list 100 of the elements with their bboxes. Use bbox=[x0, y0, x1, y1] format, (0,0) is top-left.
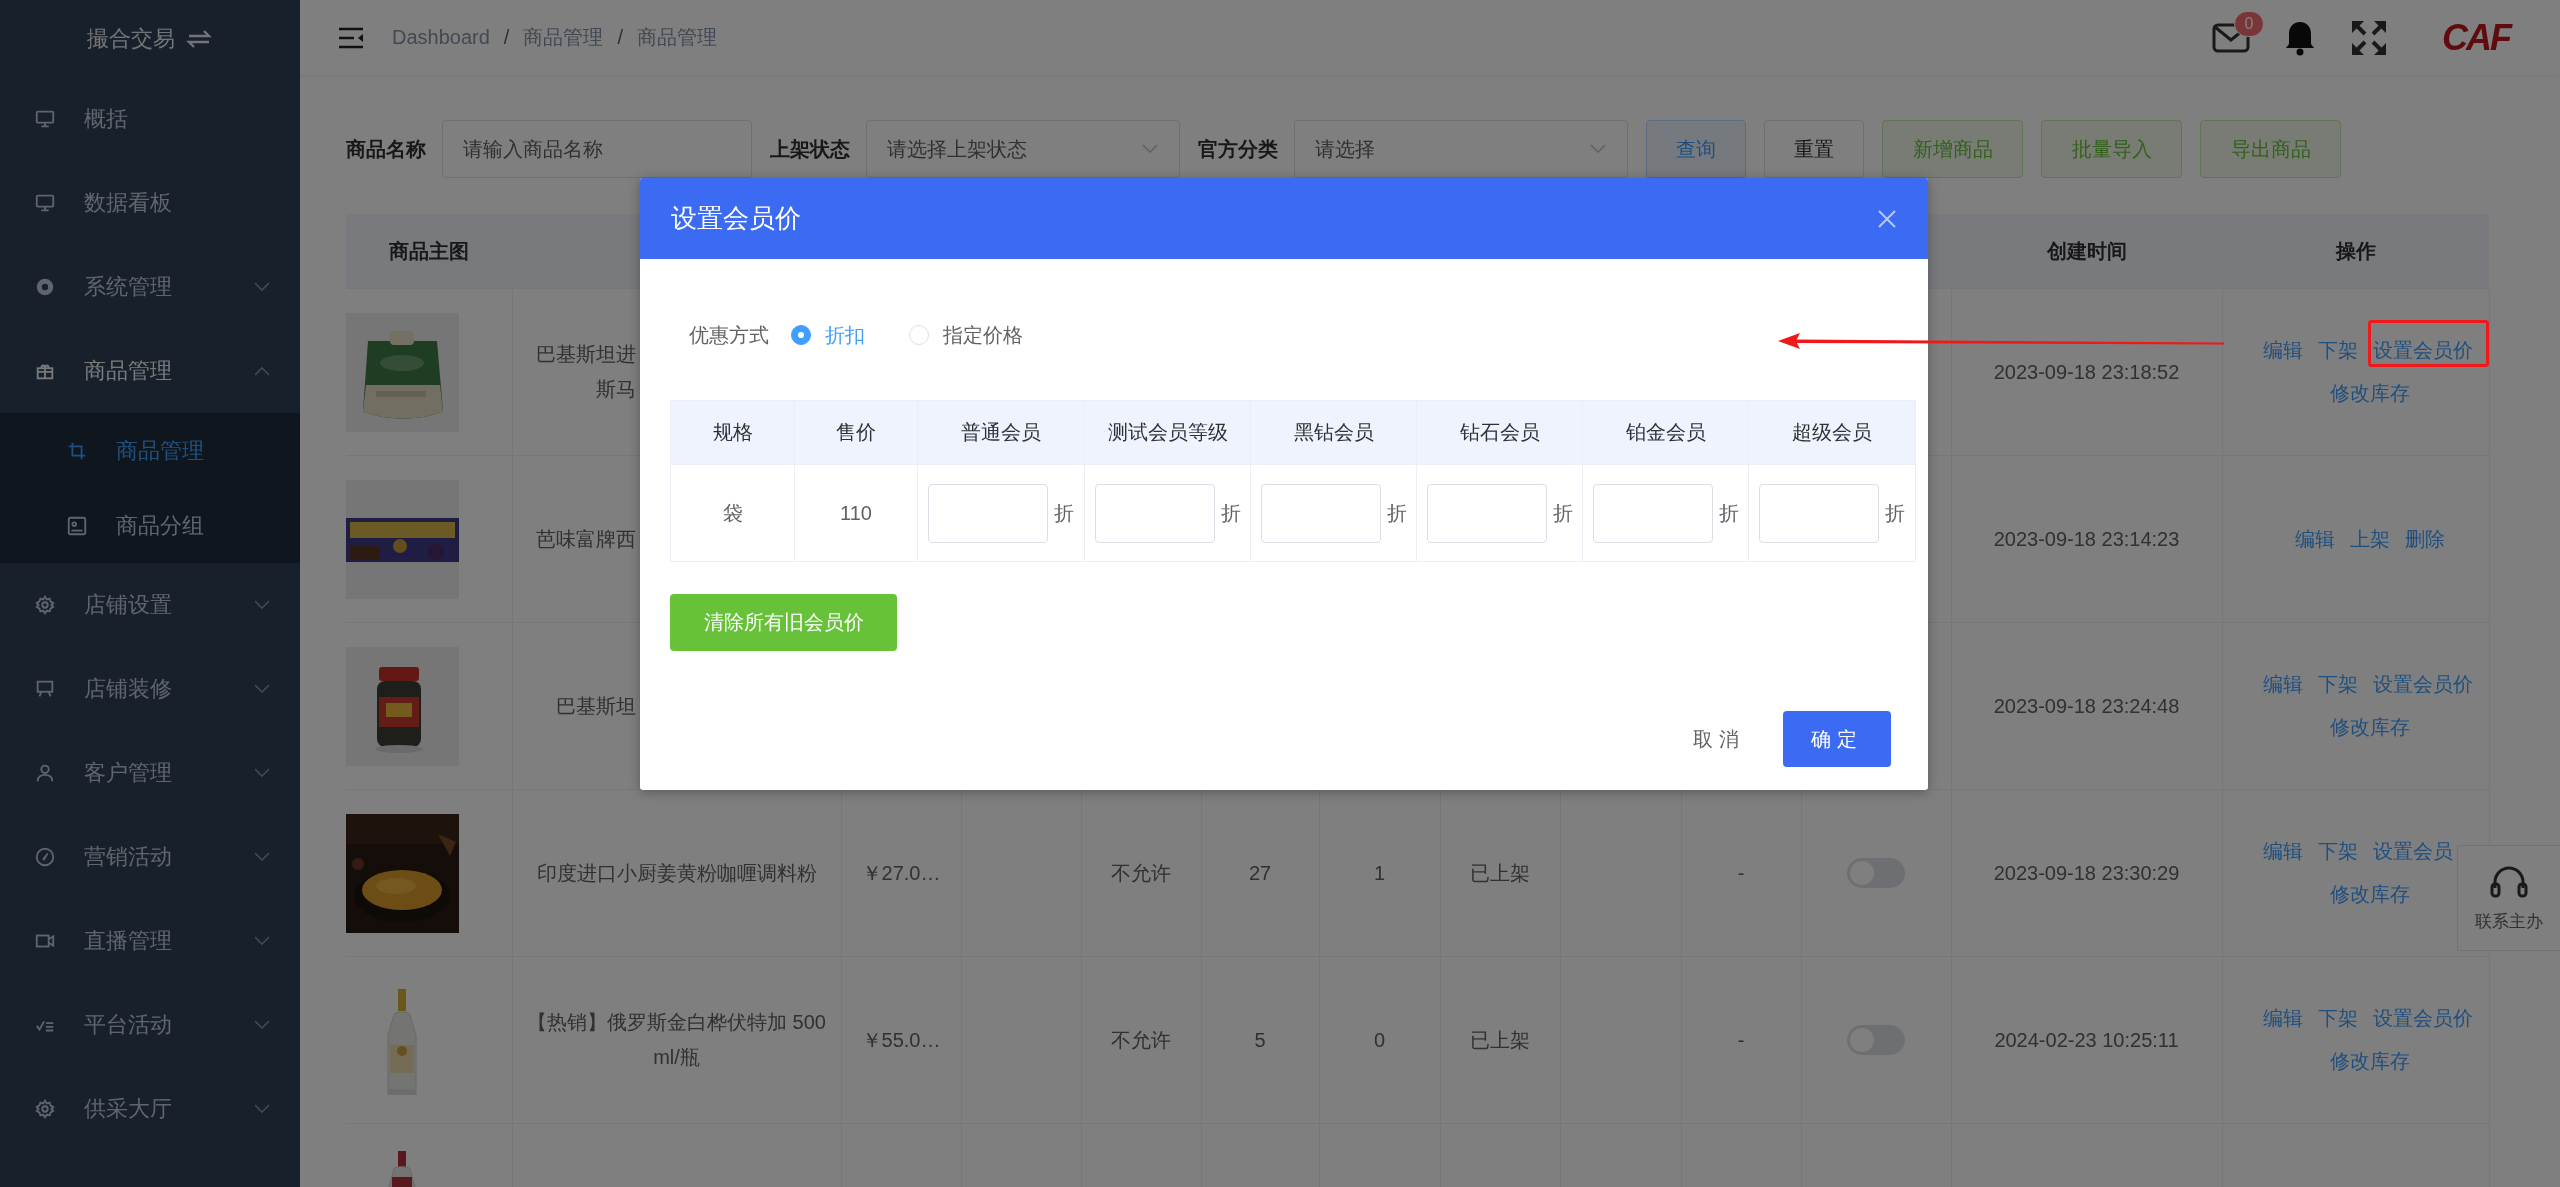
action-link[interactable]: 编辑 bbox=[2262, 1001, 2303, 1036]
breadcrumb-link[interactable]: 商品管理 bbox=[523, 24, 604, 51]
menu-icon[interactable] bbox=[338, 26, 364, 49]
chevron-icon bbox=[1590, 144, 1606, 154]
action-link[interactable]: 设置会员价 bbox=[2372, 333, 2473, 368]
action-link[interactable]: 设置会员价 bbox=[2372, 1001, 2473, 1036]
unit-label: 折 bbox=[1718, 500, 1739, 526]
column-header: 钻石会员 bbox=[1416, 400, 1583, 465]
menu-item[interactable]: 平台活动 bbox=[0, 983, 300, 1067]
table-cell: - bbox=[1681, 956, 1801, 1124]
action-link[interactable]: 修改库存 bbox=[2329, 1044, 2410, 1079]
column-header: 创建时间 bbox=[1951, 214, 2222, 289]
column-header: 操作 bbox=[2222, 214, 2489, 289]
close-icon[interactable] bbox=[1878, 209, 1896, 228]
toolbar-button[interactable]: 导出商品 bbox=[2200, 120, 2341, 178]
table-cell: 2024-02-23 10:25:11 bbox=[1951, 956, 2222, 1124]
dialog-title: 设置会员价 bbox=[671, 202, 802, 235]
select-field[interactable]: 请选择上架状态 bbox=[866, 120, 1180, 178]
action-link[interactable]: 修改库存 bbox=[2329, 710, 2410, 745]
unit-label: 折 bbox=[1885, 500, 1905, 526]
action-link[interactable]: 修改库存 bbox=[2329, 376, 2410, 411]
discount-input[interactable] bbox=[1094, 483, 1215, 543]
gear-icon bbox=[34, 594, 56, 616]
menu-item[interactable]: 店铺设置 bbox=[0, 563, 300, 647]
table-cell: 不允许 bbox=[1081, 956, 1201, 1124]
compass-icon bbox=[34, 846, 56, 868]
column-header: 超级会员 bbox=[1748, 400, 1916, 465]
breadcrumb-link[interactable]: 商品管理 bbox=[636, 24, 717, 51]
chevron-icon bbox=[254, 1104, 270, 1114]
cancel-button[interactable]: 取消 bbox=[1683, 715, 1755, 763]
filter-label: 上架状态 bbox=[770, 136, 850, 162]
action-link[interactable]: 下架 bbox=[2317, 834, 2358, 869]
chevron-icon bbox=[254, 936, 270, 946]
column-header: 售价 bbox=[794, 400, 918, 465]
discount-input[interactable] bbox=[928, 483, 1048, 543]
table-cell: 已上架 bbox=[1440, 956, 1560, 1124]
action-link[interactable]: 删除 bbox=[2404, 521, 2445, 557]
monitor-icon bbox=[34, 108, 56, 130]
column-header: 规格 bbox=[670, 400, 795, 465]
submenu-item[interactable]: 商品分组 bbox=[0, 488, 300, 563]
column-header: 商品主图 bbox=[346, 214, 512, 289]
action-link[interactable]: 上架 bbox=[2349, 521, 2390, 557]
column-header: 测试会员等级 bbox=[1084, 400, 1251, 465]
discount-input[interactable] bbox=[1260, 483, 1381, 543]
menu-item[interactable]: 概括 bbox=[0, 77, 300, 161]
action-link[interactable]: 设置会员价 bbox=[2372, 667, 2473, 702]
discount-input[interactable] bbox=[1759, 483, 1879, 543]
action-link[interactable]: 编辑 bbox=[2262, 834, 2303, 869]
unit-label: 折 bbox=[1386, 500, 1407, 526]
chevron-icon bbox=[254, 852, 270, 862]
menu-item[interactable]: 商品管理 bbox=[0, 329, 300, 413]
action-link[interactable]: 修改库存 bbox=[2329, 877, 2410, 912]
action-link[interactable]: 编辑 bbox=[2294, 521, 2335, 557]
chevron-icon bbox=[1142, 144, 1158, 154]
discount-input[interactable] bbox=[1426, 483, 1547, 543]
column-header: 普通会员 bbox=[917, 400, 1085, 465]
chevron-icon bbox=[254, 768, 270, 778]
bell-icon[interactable] bbox=[2284, 19, 2316, 56]
radio-button[interactable] bbox=[791, 325, 811, 345]
discount-input[interactable] bbox=[1592, 483, 1713, 543]
menu-item[interactable]: 客户管理 bbox=[0, 731, 300, 815]
app-title: 撮合交易 bbox=[87, 24, 175, 53]
breadcrumb-link[interactable]: Dashboard bbox=[392, 26, 490, 49]
column-header: 黑钻会员 bbox=[1250, 400, 1417, 465]
select-field[interactable]: 请选择 bbox=[1294, 120, 1628, 178]
menu-item[interactable]: 系统管理 bbox=[0, 245, 300, 329]
fullscreen-icon[interactable] bbox=[2350, 18, 2388, 57]
action-link[interactable]: 设置会员 bbox=[2372, 834, 2453, 869]
confirm-button[interactable]: 确定 bbox=[1783, 711, 1891, 767]
column-header: 铂金会员 bbox=[1582, 400, 1749, 465]
table-cell: 0 bbox=[1319, 956, 1440, 1124]
action-link[interactable]: 编辑 bbox=[2262, 333, 2303, 368]
menu-item[interactable]: 营销活动 bbox=[0, 815, 300, 899]
table-cell: 袋 bbox=[670, 464, 795, 562]
chevron-icon bbox=[254, 1020, 270, 1030]
field-label: 优惠方式 bbox=[689, 322, 769, 348]
table-cell: 2023-09-18 23:14:23 bbox=[1951, 455, 2222, 623]
action-link[interactable]: 编辑 bbox=[2262, 667, 2303, 702]
action-link[interactable]: 下架 bbox=[2317, 667, 2358, 702]
table-cell: 2023-09-18 23:30:29 bbox=[1951, 789, 2222, 957]
table-cell: 2023-09-18 23:24:48 bbox=[1951, 622, 2222, 790]
menu-item[interactable]: 直播管理 bbox=[0, 899, 300, 983]
toolbar-button[interactable]: 批量导入 bbox=[2041, 120, 2182, 178]
action-link[interactable]: 下架 bbox=[2317, 1001, 2358, 1036]
toolbar-button[interactable]: 新增商品 bbox=[1882, 120, 2023, 178]
search-field[interactable]: 请输入商品名称 bbox=[442, 120, 752, 178]
radio-label[interactable]: 指定价格 bbox=[943, 321, 1023, 349]
toolbar-button[interactable]: 查询 bbox=[1646, 120, 1746, 178]
chevron-icon bbox=[254, 684, 270, 694]
menu-item[interactable]: 数据看板 bbox=[0, 161, 300, 245]
action-link[interactable]: 下架 bbox=[2317, 333, 2358, 368]
unit-label: 折 bbox=[1054, 500, 1074, 526]
table-cell: 5 bbox=[1201, 956, 1319, 1124]
table-cell: 110 bbox=[794, 464, 918, 562]
menu-item[interactable]: 供采大厅 bbox=[0, 1067, 300, 1151]
toolbar-button[interactable]: 重置 bbox=[1764, 120, 1864, 178]
clear-button[interactable]: 清除所有旧会员价 bbox=[670, 594, 897, 651]
submenu-item[interactable]: 商品管理 bbox=[0, 413, 300, 488]
menu-item[interactable]: 店铺装修 bbox=[0, 647, 300, 731]
gear-icon bbox=[34, 1098, 56, 1120]
